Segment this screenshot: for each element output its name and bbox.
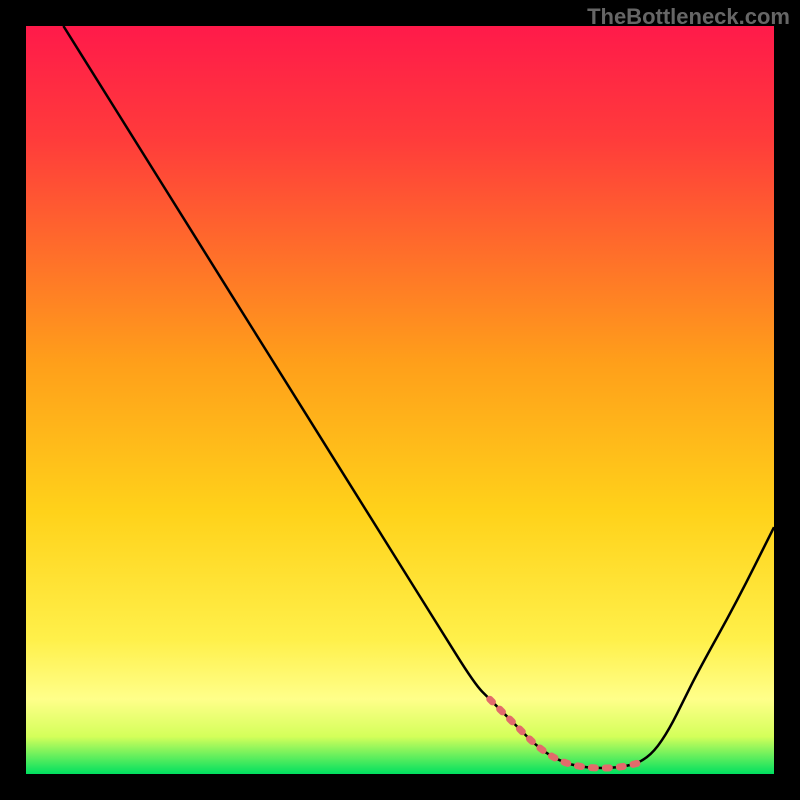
- chart-background-gradient: [26, 26, 774, 774]
- chart-svg: [26, 26, 774, 774]
- chart-plot-area: [26, 26, 774, 774]
- watermark-text: TheBottleneck.com: [587, 4, 790, 30]
